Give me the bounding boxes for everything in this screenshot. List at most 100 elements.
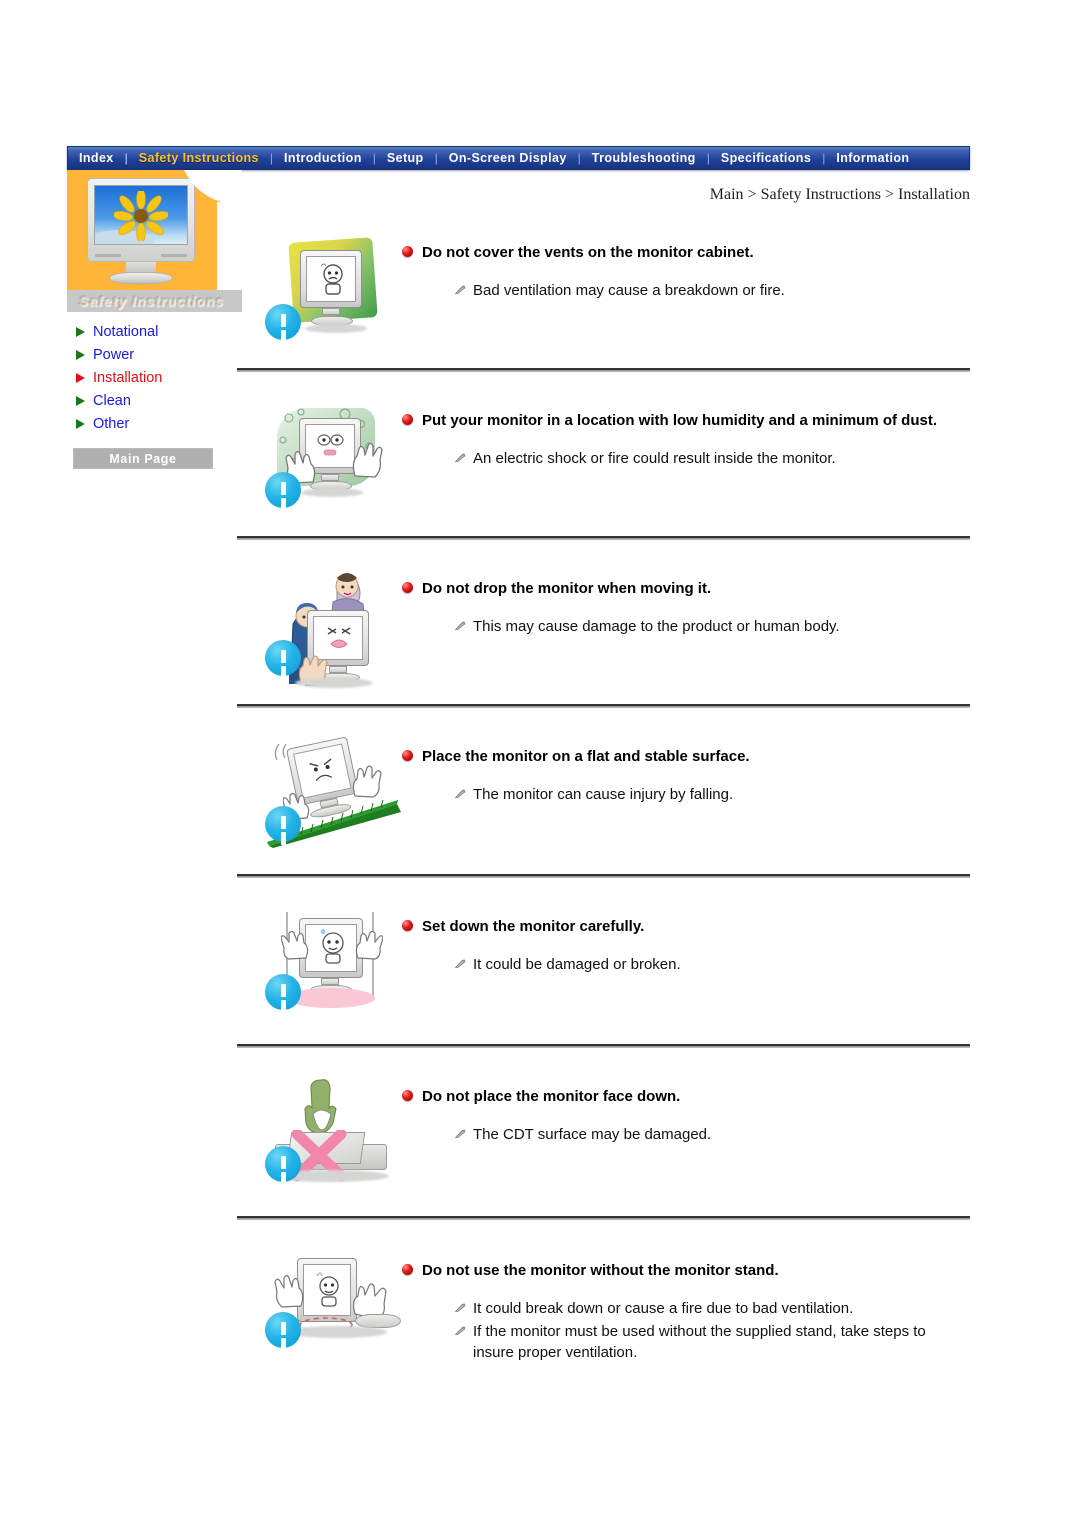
section-divider: [237, 1044, 970, 1048]
detail-bullet-text: An electric shock or fire could result i…: [473, 449, 836, 467]
safety-item-section: Set down the monitor carefully. It could…: [237, 906, 970, 1048]
red-bullet-icon: [402, 582, 413, 593]
detail-bullet: It could be damaged or broken.: [455, 954, 970, 975]
nav-tab-introduction[interactable]: Introduction: [273, 147, 373, 169]
safety-item-details: The CDT surface may be damaged.: [402, 1124, 970, 1145]
monitor-with-sunflower-image: [87, 178, 195, 284]
hand-icon: [355, 930, 383, 960]
sidebar-logo-panel: [67, 170, 242, 290]
sidebar-item-label: Clean: [93, 392, 131, 409]
pencil-bullet-icon: [455, 1129, 466, 1138]
sidebar-item-label: Installation: [93, 369, 163, 386]
detail-bullet-text: This may cause damage to the product or …: [473, 617, 840, 635]
safety-item-heading-text: Place the monitor on a flat and stable s…: [422, 748, 750, 765]
sidebar-item-installation[interactable]: Installation: [76, 366, 242, 389]
safety-item-heading-text: Do not cover the vents on the monitor ca…: [422, 244, 754, 261]
safety-item-section: Place the monitor on a flat and stable s…: [237, 736, 970, 878]
warning-exclamation-icon: [265, 472, 301, 508]
sidebar-section-title-text: Safety Instructions: [79, 293, 225, 309]
triangle-bullet-icon: [76, 326, 85, 337]
red-bullet-icon: [402, 920, 413, 931]
safety-item-details: Bad ventilation may cause a breakdown or…: [402, 280, 970, 301]
hand-icon: [281, 930, 309, 960]
pencil-bullet-icon: [455, 789, 466, 798]
detail-bullet-text: If the monitor must be used without the …: [473, 1323, 926, 1362]
nav-tab-on-screen-display[interactable]: On-Screen Display: [438, 147, 578, 169]
section-divider: [237, 368, 970, 372]
red-bullet-icon: [402, 1264, 413, 1275]
detail-bullet: The monitor can cause injury by falling.: [455, 784, 970, 805]
nav-tab-index[interactable]: Index: [68, 147, 125, 169]
safety-item-details: The monitor can cause injury by falling.: [402, 784, 970, 805]
warning-exclamation-icon: [265, 974, 301, 1010]
pencil-bullet-icon: [455, 959, 466, 968]
detail-bullet: It could break down or cause a fire due …: [455, 1298, 970, 1319]
section-divider: [237, 874, 970, 878]
section-divider: [237, 536, 970, 540]
detail-bullet-text: Bad ventilation may cause a breakdown or…: [473, 281, 785, 299]
illustration-person-dropping-monitor: [237, 568, 402, 696]
sidebar: Safety Instructions Notational Power Ins…: [67, 170, 242, 469]
warning-exclamation-icon: [265, 806, 301, 842]
detail-bullet: If the monitor must be used without the …: [455, 1321, 970, 1364]
illustration-monitor-face-down-crossed-out: [237, 1076, 402, 1198]
safety-item-section: Do not drop the monitor when moving it. …: [237, 568, 970, 708]
sweating-face-icon: [320, 929, 344, 964]
safety-item-details: It could break down or cause a fire due …: [402, 1298, 970, 1364]
motion-lines-icon: [274, 743, 287, 761]
hand-icon: [274, 1274, 304, 1308]
pencil-bullet-icon: [455, 621, 466, 630]
sidebar-item-notational[interactable]: Notational: [76, 320, 242, 343]
illustration-monitor-covered-with-cloth: [237, 232, 402, 350]
safety-item-section: Do not use the monitor without the monit…: [237, 1250, 970, 1366]
nav-tab-setup[interactable]: Setup: [376, 147, 435, 169]
sidebar-menu: Notational Power Installation Clean Othe…: [67, 320, 242, 435]
hot-face-icon: [316, 1272, 339, 1307]
safety-item-section: Put your monitor in a location with low …: [237, 400, 970, 540]
safety-item-heading-text: Set down the monitor carefully.: [422, 918, 645, 935]
safety-item-heading: Set down the monitor carefully.: [402, 916, 970, 938]
illustration-monitor-on-sloped-surface: [237, 736, 402, 856]
angry-face-icon: [309, 758, 333, 782]
nav-tab-information[interactable]: Information: [825, 147, 920, 169]
nav-tab-specifications[interactable]: Specifications: [710, 147, 822, 169]
pencil-bullet-icon: [455, 285, 466, 294]
hand-icon: [352, 442, 383, 478]
pencil-bullet-icon: [455, 1303, 466, 1312]
detail-bullet: This may cause damage to the product or …: [455, 616, 970, 637]
content-area: Do not cover the vents on the monitor ca…: [237, 232, 970, 1366]
crying-face-icon: [327, 627, 351, 648]
red-bullet-icon: [402, 750, 413, 761]
nav-tab-safety-instructions[interactable]: Safety Instructions: [128, 147, 270, 169]
warning-exclamation-icon: [265, 1312, 301, 1348]
sidebar-item-label: Other: [93, 415, 130, 432]
sidebar-section-title-banner: Safety Instructions: [67, 290, 242, 312]
detail-bullet: The CDT surface may be damaged.: [455, 1124, 970, 1145]
illustration-monitor-in-dusty-humid-place: [237, 400, 402, 522]
main-navigation-bar[interactable]: Index | Safety Instructions | Introducti…: [67, 146, 970, 170]
sidebar-item-clean[interactable]: Clean: [76, 389, 242, 412]
section-divider: [237, 704, 970, 708]
safety-item-heading: Do not cover the vents on the monitor ca…: [402, 242, 970, 264]
red-bullet-icon: [402, 414, 413, 425]
safety-item-details: It could be damaged or broken.: [402, 954, 970, 975]
pencil-bullet-icon: [455, 1326, 466, 1335]
sidebar-item-other[interactable]: Other: [76, 412, 242, 435]
red-bullet-icon: [402, 246, 413, 257]
illustration-monitor-being-set-down: [237, 906, 402, 1026]
detail-bullet-text: The CDT surface may be damaged.: [473, 1125, 712, 1143]
main-page-button[interactable]: Main Page: [73, 448, 213, 469]
warning-exclamation-icon: [265, 640, 301, 676]
warning-exclamation-icon: [265, 304, 301, 340]
safety-item-heading: Do not use the monitor without the monit…: [402, 1260, 970, 1282]
safety-item-section: Do not cover the vents on the monitor ca…: [237, 232, 970, 372]
safety-item-heading-text: Do not drop the monitor when moving it.: [422, 580, 712, 597]
pencil-bullet-icon: [455, 453, 466, 462]
nav-tab-troubleshooting[interactable]: Troubleshooting: [581, 147, 707, 169]
sidebar-item-power[interactable]: Power: [76, 343, 242, 366]
sunflower-icon: [114, 191, 168, 242]
sidebar-item-label: Power: [93, 346, 135, 363]
triangle-bullet-icon: [76, 372, 85, 383]
detail-bullet-text: It could break down or cause a fire due …: [473, 1299, 854, 1317]
section-divider: [237, 1216, 970, 1220]
